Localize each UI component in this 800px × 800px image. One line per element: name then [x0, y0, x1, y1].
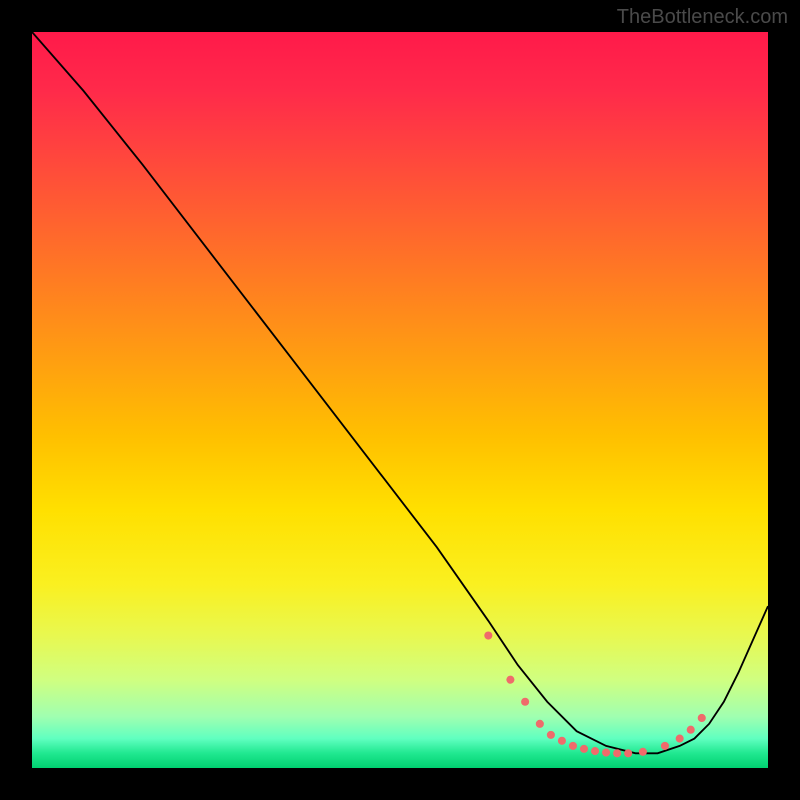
highlight-dot [484, 631, 492, 639]
watermark-text: TheBottleneck.com [617, 6, 788, 29]
highlight-dot [661, 742, 669, 750]
highlight-dot [506, 676, 514, 684]
highlight-dot [676, 735, 684, 743]
highlight-dot [591, 747, 599, 755]
highlight-dot [569, 742, 577, 750]
highlight-dot [536, 720, 544, 728]
highlight-dot [698, 714, 706, 722]
highlight-dot [547, 731, 555, 739]
chart-plot-area [32, 32, 768, 768]
highlight-dot [613, 749, 621, 757]
highlight-dot [639, 748, 647, 756]
highlight-dot [558, 737, 566, 745]
highlight-dot [521, 698, 529, 706]
optimal-range-dots [32, 32, 768, 768]
highlight-dot [602, 748, 610, 756]
highlight-dot [687, 726, 695, 734]
bottleneck-curve [32, 32, 768, 768]
highlight-dot [580, 745, 588, 753]
highlight-dot [624, 749, 632, 757]
